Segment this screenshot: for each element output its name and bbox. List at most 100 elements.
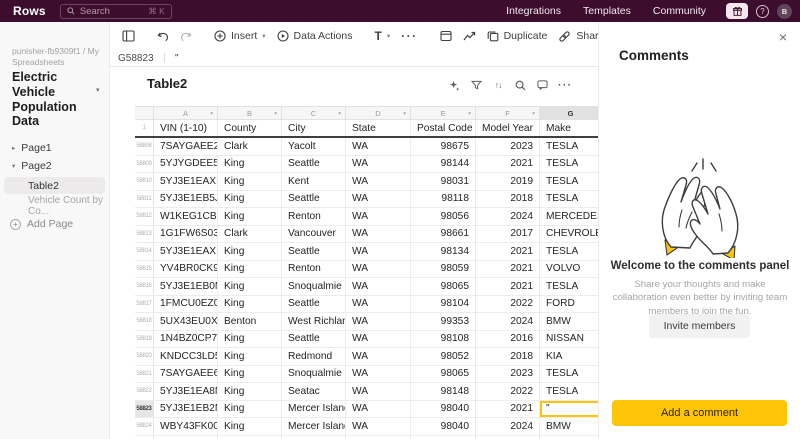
cell[interactable]: 2019 (476, 173, 540, 190)
cell[interactable]: NISSAN (540, 331, 598, 348)
cell[interactable]: TESLA (540, 138, 598, 155)
cell[interactable]: 5YJ3E1EB2M (154, 400, 218, 417)
column-header-D[interactable]: D ▾ (346, 106, 411, 120)
cell[interactable]: WA (346, 365, 411, 382)
column-header-A[interactable]: A ▾ (154, 106, 218, 120)
chevron-down-icon[interactable]: ▾ (403, 111, 406, 117)
gift-button[interactable] (726, 3, 748, 19)
cell[interactable]: TESLA (540, 156, 598, 173)
cell[interactable]: 7SAYGAEE2P (154, 138, 218, 155)
header-cell[interactable]: Make (540, 120, 598, 136)
cell[interactable]: 5YJ3E1EB0M (154, 278, 218, 295)
more-options-icon[interactable]: ··· (401, 29, 418, 43)
cell[interactable] (411, 435, 476, 439)
nav-link-community[interactable]: Community (653, 5, 706, 17)
header-cell[interactable]: State (346, 120, 411, 136)
cell[interactable]: WA (346, 348, 411, 365)
row-number[interactable]: 58824 (135, 418, 154, 435)
row-number[interactable]: 58823 (135, 400, 154, 417)
cell[interactable]: Mercer Island (282, 418, 346, 435)
chevron-right-icon[interactable]: ▸ (12, 144, 15, 152)
cell[interactable]: Redmond (282, 348, 346, 365)
cell[interactable]: 5UX43EU0XR (154, 313, 218, 330)
cell[interactable] (476, 435, 540, 439)
cell[interactable]: 98144 (411, 155, 476, 172)
column-header-C[interactable]: C ▾ (282, 106, 346, 120)
redo-icon[interactable] (180, 31, 192, 42)
cell[interactable]: 5YJ3E1EA8N (154, 383, 218, 400)
cell[interactable]: 98031 (411, 173, 476, 190)
cell[interactable]: TESLA (540, 383, 598, 400)
add-page-button[interactable]: + Add Page (10, 218, 73, 230)
cell[interactable]: FORD (540, 296, 598, 313)
header-cell[interactable]: County (218, 120, 282, 136)
cell[interactable]: BMW (540, 418, 598, 435)
cell[interactable]: 1FMCU0EZ0N (154, 295, 218, 312)
close-icon[interactable]: × (779, 29, 787, 45)
cell[interactable]: WBY43FK00R (154, 418, 218, 435)
cell[interactable] (282, 435, 346, 439)
cell[interactable]: MERCEDES-BENZ (540, 208, 598, 225)
cell[interactable]: 7SAYGAEE6P (154, 365, 218, 382)
cell[interactable]: 2022 (476, 295, 540, 312)
breadcrumb[interactable]: punisher-fb9309f1 / My Spreadsheets (12, 46, 104, 67)
cell[interactable]: WA (346, 173, 411, 190)
sidebar-item-page1[interactable]: ▸ Page1 (12, 142, 52, 154)
cell[interactable]: 2021 (476, 400, 540, 417)
avatar[interactable]: B (777, 3, 792, 19)
cell[interactable]: 5YJ3E1EB5J (154, 190, 218, 207)
cell[interactable]: 1N4BZ0CP7G (154, 330, 218, 347)
cell[interactable]: Seattle (282, 295, 346, 312)
row-number[interactable]: 58821 (135, 365, 154, 382)
cell[interactable]: King (218, 383, 282, 400)
cell[interactable]: KNDCC3LD5J (154, 348, 218, 365)
table-title[interactable]: Table2 (147, 76, 187, 91)
cell[interactable]: Yacolt (282, 138, 346, 155)
formula-input[interactable]: " (175, 53, 179, 64)
help-button[interactable]: ? (756, 4, 769, 18)
header-cell[interactable]: City (282, 120, 346, 136)
cell[interactable]: 2021 (476, 243, 540, 260)
ai-sparkle-icon[interactable] (448, 79, 460, 91)
undo-icon[interactable] (157, 31, 169, 42)
row-number[interactable]: 58815 (135, 260, 154, 277)
cell[interactable]: 98661 (411, 225, 476, 242)
row-number[interactable]: 58818 (135, 313, 154, 330)
cell[interactable]: 2018 (476, 190, 540, 207)
cell[interactable]: 5YJ3E1EAXK (154, 173, 218, 190)
cell[interactable]: King (218, 208, 282, 225)
cell[interactable]: 2023 (476, 138, 540, 155)
cell[interactable]: King (218, 330, 282, 347)
nav-link-templates[interactable]: Templates (583, 5, 631, 17)
cell[interactable]: King (218, 278, 282, 295)
cell[interactable]: 2021 (476, 278, 540, 295)
cell[interactable] (218, 435, 282, 439)
header-cell[interactable]: VIN (1-10) (154, 120, 218, 136)
cell[interactable]: Benton (218, 313, 282, 330)
cell[interactable]: 2018 (476, 348, 540, 365)
row-number[interactable]: 58813 (135, 225, 154, 242)
cell[interactable]: Mercer Island (282, 400, 346, 417)
cell[interactable]: Clark (218, 225, 282, 242)
column-header-F[interactable]: F ▾ (476, 106, 540, 120)
cell[interactable]: King (218, 348, 282, 365)
cell[interactable]: WA (346, 155, 411, 172)
cell[interactable]: 98134 (411, 243, 476, 260)
row-number[interactable]: 58817 (135, 295, 154, 312)
chevron-down-icon[interactable]: ▾ (338, 111, 341, 117)
cell[interactable]: WA (346, 295, 411, 312)
spreadsheet-title[interactable]: Electric Vehicle Population Data (12, 70, 100, 129)
comment-icon[interactable] (536, 79, 548, 91)
cell[interactable]: Renton (282, 260, 346, 277)
chevron-down-icon[interactable]: ▾ (12, 162, 15, 170)
row-number[interactable]: 58825 (135, 435, 154, 439)
text-format-button[interactable]: T ▾ (374, 29, 390, 43)
selected-cell[interactable]: " (540, 401, 598, 418)
data-actions-button[interactable]: Data Actions (276, 30, 352, 42)
table-more-icon[interactable]: ··· (558, 80, 573, 91)
cell[interactable]: 98108 (411, 330, 476, 347)
cell[interactable]: Seattle (282, 190, 346, 207)
cell[interactable]: WA (346, 190, 411, 207)
chevron-down-icon[interactable]: ▾ (468, 111, 471, 117)
cell[interactable]: WA (346, 225, 411, 242)
